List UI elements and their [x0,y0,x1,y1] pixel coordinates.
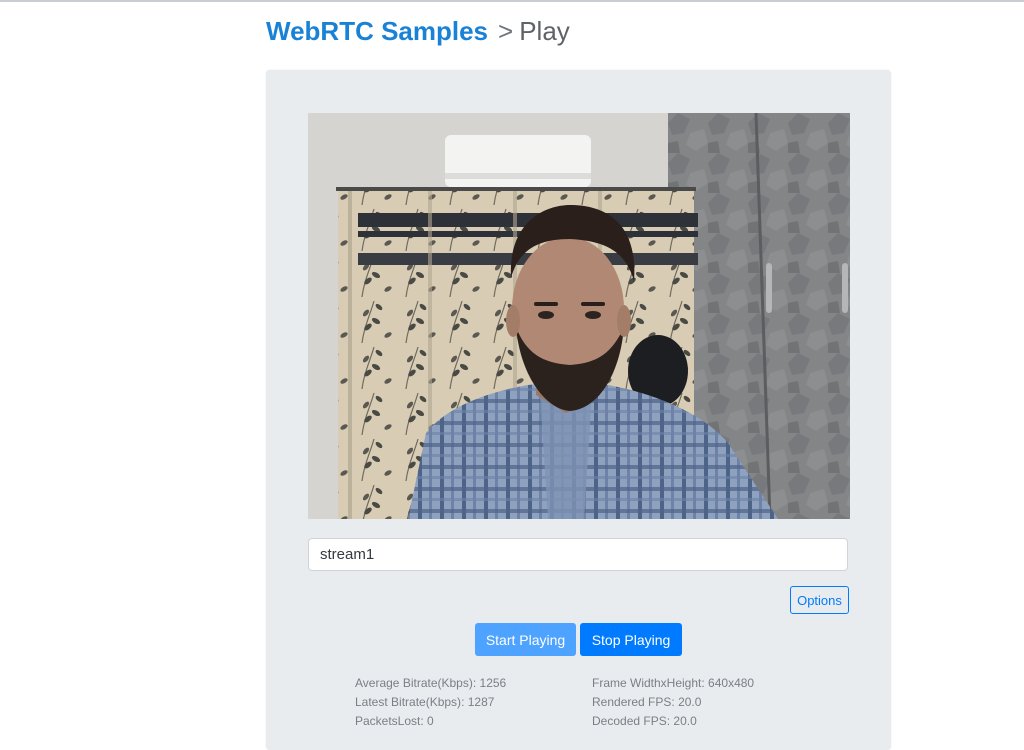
stat-rendered-fps: Rendered FPS: 20.0 [592,695,702,709]
options-button[interactable]: Options [790,586,849,614]
stat-average-bitrate: Average Bitrate(Kbps): 1256 [355,676,507,690]
home-link[interactable]: WebRTC Samples [266,16,488,46]
stat-frame-size: Frame WidthxHeight: 640x480 [592,676,755,690]
video-frame [308,113,850,519]
remote-video[interactable] [308,113,850,519]
stat-packets-lost: PacketsLost: 0 [355,714,434,728]
breadcrumb-separator: > [498,16,514,46]
stream-id-input[interactable] [308,538,848,571]
stat-latest-bitrate: Latest Bitrate(Kbps): 1287 [355,695,495,709]
stats-right-column: Frame WidthxHeight: 640x480 Rendered FPS… [592,674,754,731]
start-playing-button[interactable]: Start Playing [475,623,576,656]
breadcrumb-current: Play [519,16,570,46]
top-rule [0,0,1024,2]
stat-decoded-fps: Decoded FPS: 20.0 [592,714,697,728]
stats-left-column: Average Bitrate(Kbps): 1256 Latest Bitra… [355,674,506,731]
player-card: Options Start Playing Stop Playing Avera… [266,70,891,750]
page-title: WebRTC Samples > Play [266,14,570,48]
stop-playing-button[interactable]: Stop Playing [580,623,682,656]
